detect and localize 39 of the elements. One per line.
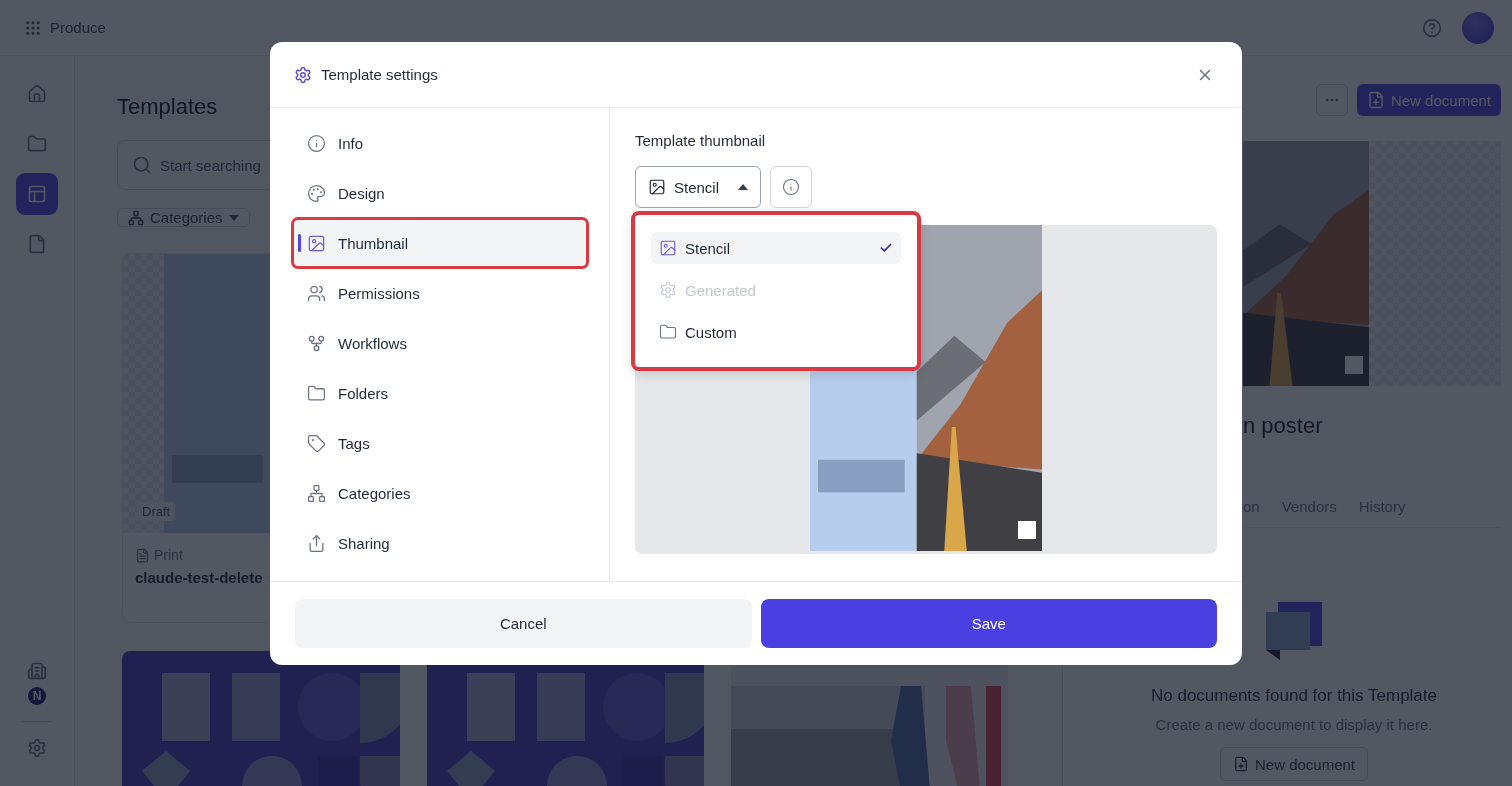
- palette-icon: [307, 183, 326, 203]
- info-icon: [307, 133, 326, 153]
- dropdown-option[interactable]: Stencil: [651, 232, 901, 264]
- caret-icon: [738, 184, 748, 190]
- dropdown-option[interactable]: Custom: [651, 316, 901, 348]
- folder-icon: [307, 383, 326, 403]
- page-title: Templates: [117, 93, 219, 121]
- save-button[interactable]: Save: [760, 599, 1217, 648]
- folder-icon: [659, 323, 677, 341]
- info-icon: [782, 178, 800, 196]
- settings-nav-item[interactable]: Categories: [291, 470, 589, 516]
- tag-icon: [307, 433, 326, 453]
- empty-state-title: No documents found for this Template: [1151, 686, 1437, 706]
- share-icon: [307, 533, 326, 553]
- template-title: n poster: [1243, 412, 1324, 440]
- image-icon: [659, 239, 677, 257]
- app-title: Produce: [50, 19, 106, 36]
- gear-icon: [294, 65, 312, 84]
- settings-nav-item[interactable]: Thumbnail: [291, 217, 589, 269]
- gear-icon: [659, 281, 677, 299]
- settings-nav-item[interactable]: Info: [291, 120, 589, 166]
- cancel-button[interactable]: Cancel: [295, 599, 752, 648]
- check-icon: [879, 241, 893, 255]
- settings-nav-item[interactable]: Workflows: [291, 320, 589, 366]
- thumbnail-select[interactable]: Stencil: [635, 166, 761, 208]
- settings-nav-item[interactable]: Folders: [291, 370, 589, 416]
- settings-nav-item[interactable]: Design: [291, 170, 589, 216]
- dialog-title: Template settings: [321, 66, 438, 83]
- template-name: claude-test-delete: [135, 569, 264, 586]
- info-button[interactable]: [770, 166, 812, 208]
- fork-icon: [307, 333, 326, 353]
- image-icon: [307, 233, 326, 253]
- hierarchy-icon: [307, 483, 326, 503]
- selection-bar: [298, 234, 301, 252]
- image-icon: [648, 178, 666, 196]
- users-icon: [307, 283, 326, 303]
- section-title: Template thumbnail: [635, 132, 767, 149]
- settings-nav-item[interactable]: Tags: [291, 420, 589, 466]
- settings-nav-item[interactable]: Permissions: [291, 270, 589, 316]
